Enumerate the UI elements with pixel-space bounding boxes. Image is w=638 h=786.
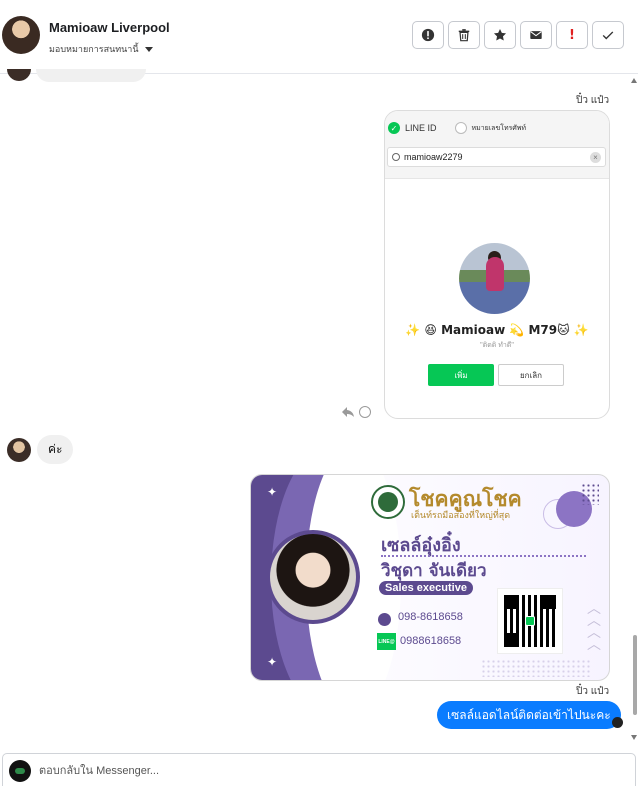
option-line-id: LINE ID: [405, 123, 437, 133]
done-button[interactable]: [592, 21, 624, 49]
envelope-icon: [530, 31, 542, 39]
scrollbar-thumb[interactable]: [633, 635, 637, 715]
brand-tagline: เต็นท์รถมือสองที่ใหญ่ที่สุด: [411, 510, 511, 520]
sales-line-id: 0988618658: [400, 635, 462, 647]
sales-role-badge: Sales executive: [379, 581, 473, 595]
exclamation-icon: !: [569, 27, 575, 43]
search-icon: [392, 153, 400, 161]
assign-conversation-dropdown[interactable]: มอบหมายการสนทนานี้: [49, 42, 153, 56]
portrait-photo: [270, 534, 356, 620]
chevron-down-icon: [144, 46, 153, 52]
react-smiley-icon[interactable]: [359, 406, 371, 418]
sales-full-name: วิชุดา จันเดียว: [381, 561, 487, 581]
deco-dots: [581, 483, 599, 505]
header-actions: !: [412, 21, 624, 49]
phone-icon: [378, 613, 391, 626]
outgoing-message-bubble[interactable]: เซลล์แอดไลน์ติดต่อเข้าไปนะคะ: [437, 701, 621, 729]
photo-person-body: [486, 257, 504, 291]
deco-dots-bottom: [481, 659, 591, 677]
conversation-header: Mamioaw Liverpool มอบหมายการสนทนานี้ !: [0, 0, 638, 74]
report-button[interactable]: [412, 21, 444, 49]
contact-avatar[interactable]: [2, 16, 40, 54]
line-search-value: mamioaw2279: [404, 152, 463, 162]
brand-logo-emblem: [378, 492, 398, 512]
reply-input[interactable]: [39, 760, 619, 782]
radio-empty-icon: [454, 122, 467, 134]
line-add-button: เพิ่ม: [428, 364, 494, 386]
trash-icon: [458, 29, 470, 42]
seen-indicator-avatar: [612, 717, 623, 728]
line-profile-photo: [459, 243, 530, 314]
star-icon: [493, 29, 507, 41]
check-icon: [602, 31, 614, 40]
sparkle-icon: ✦: [267, 485, 278, 499]
line-search-options: ✓ LINE ID หมายเลขโทรศัพท์: [388, 122, 526, 134]
qr-line-logo: [525, 616, 535, 626]
important-button[interactable]: !: [556, 21, 588, 49]
sender-label: ปิ๋ว แป๋ว: [576, 686, 610, 697]
sparkle-icon: ✦: [267, 655, 278, 669]
line-search-field: mamioaw2279 ×: [387, 147, 606, 167]
contact-name[interactable]: Mamioaw Liverpool: [49, 20, 170, 35]
contact-avatar-small[interactable]: [7, 438, 31, 462]
reply-icon[interactable]: [341, 406, 355, 418]
line-buttons: เพิ่ม ยกเลิก: [428, 364, 564, 386]
messenger-inbox: Mamioaw Liverpool มอบหมายการสนทนานี้ ! ป…: [0, 0, 638, 786]
clear-icon: ×: [590, 152, 601, 163]
incoming-message-bubble[interactable]: ค่ะ: [37, 435, 74, 464]
check-circle-icon: ✓: [388, 122, 400, 134]
exclamation-circle-icon: [421, 28, 435, 42]
line-app-icon: LINE@: [377, 633, 396, 650]
scroll-down-arrow-icon[interactable]: [631, 735, 637, 740]
line-profile-name: ✨ 😆 Mamioaw 💫 M79🐱 ✨: [405, 323, 589, 337]
delete-button[interactable]: [448, 21, 480, 49]
thread-scrollbar[interactable]: [633, 75, 637, 740]
message-bubble-partial: [36, 69, 146, 82]
unread-button[interactable]: [520, 21, 552, 49]
line-screenshot-image[interactable]: ✓ LINE ID หมายเลขโทรศัพท์ mamioaw2279 × …: [384, 110, 610, 419]
assign-label: มอบหมายการสนทนานี้: [49, 44, 139, 54]
sales-phone: 098-8618658: [398, 611, 463, 623]
reply-composer: [2, 753, 636, 786]
business-card-image[interactable]: ✦ ✦ โชคคูณโชค เต็นท์รถมือสองที่ใหญ่ที่สุ…: [250, 474, 610, 681]
star-button[interactable]: [484, 21, 516, 49]
line-cancel-button: ยกเลิก: [498, 364, 564, 386]
line-profile-status: "ติดดิ ทำดี": [480, 342, 514, 349]
sender-label: ปิ๋ว แป๋ว: [576, 95, 610, 106]
page-avatar: [9, 760, 31, 782]
line-search-panel: ✓ LINE ID หมายเลขโทรศัพท์ mamioaw2279 ×: [385, 111, 609, 179]
option-phone: หมายเลขโทรศัพท์: [471, 124, 527, 132]
chevron-up-decoration-icon: ︿ ︿ ︿ ︿: [587, 601, 601, 653]
message-tools: [341, 406, 371, 418]
